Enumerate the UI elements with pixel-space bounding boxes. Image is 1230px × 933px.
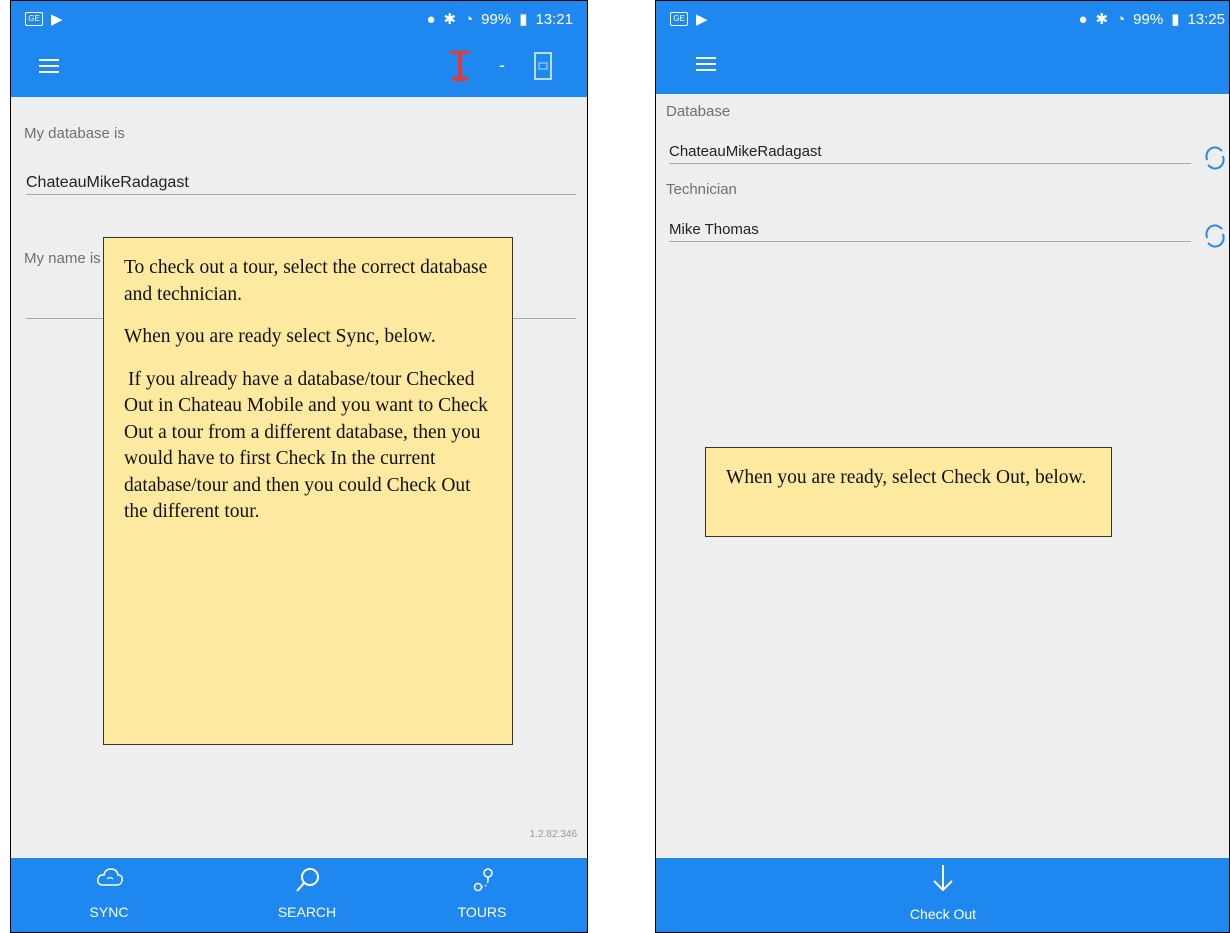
minimize-icon[interactable]: - [499,55,505,76]
cloud-sync-icon [97,868,123,886]
location-icon: ● [1078,10,1088,28]
search-icon [296,868,319,892]
window-icon[interactable] [533,51,553,81]
status-bar: GE ▶ ● ✱ ◔ 99% ▮ 13:25 [656,1,1229,37]
sim-icon: GE [25,12,43,26]
bottom-bar: Check Out [656,858,1229,932]
status-bar: GE ▶ ● ✱ ◔ 99% ▮ 13:21 [11,1,587,37]
location-icon: ● [426,10,436,28]
name-label: My name is [24,250,101,267]
sync-screen: GE ▶ ● ✱ ◔ 99% ▮ 13:21 - My database is … [10,0,588,933]
bluetooth-icon: ✱ [443,11,457,28]
sim-icon: GE [670,12,688,26]
play-store-icon: ▶ [51,11,63,28]
menu-icon[interactable] [39,59,59,75]
technician-input[interactable]: Mike Thomas [669,221,759,238]
search-button[interactable]: SEARCH [232,858,382,932]
battery-level: 99% [481,10,512,28]
battery-icon: ▮ [1171,11,1180,28]
database-label: My database is [24,125,125,142]
play-store-icon: ▶ [696,11,708,28]
bluetooth-icon: ✱ [1095,11,1109,28]
tours-button[interactable]: TOURS [407,858,557,932]
battery-icon: ▮ [519,11,528,28]
status-time: 13:21 [535,10,573,28]
wifi-icon: ◔ [1116,10,1126,28]
technician-label: Technician [666,181,737,198]
version-label: 1.2.82.346 [529,829,577,840]
status-time: 13:25 [1187,10,1225,28]
technician-underline [669,241,1191,242]
sync-label: SYNC [89,904,129,920]
menu-icon[interactable] [696,57,716,73]
map-pin-icon [473,868,493,892]
arrow-down-icon [933,865,953,892]
instruction-note: To check out a tour, select the correct … [103,237,513,745]
bottom-nav: SYNC SEARCH TOURS [11,858,587,932]
database-input[interactable]: ChateauMikeRadagast [26,174,189,192]
search-label: SEARCH [277,904,337,920]
check-out-button[interactable]: Check Out [868,858,1018,932]
check-out-label: Check Out [909,906,977,922]
app-toolbar [656,37,1229,94]
refresh-database-icon[interactable] [1202,143,1228,173]
tours-label: TOURS [457,904,507,920]
note-paragraph-1: To check out a tour, select the correct … [124,257,488,305]
note-paragraph-2: When you are ready select Sync, below. [124,326,436,347]
refresh-technician-icon[interactable] [1202,221,1228,251]
logo-icon[interactable] [448,49,472,83]
wifi-icon: ◔ [464,10,474,28]
checkout-screen: GE ▶ ● ✱ ◔ 99% ▮ 13:25 Database ChateauM… [655,0,1230,933]
instruction-note: When you are ready, select Check Out, be… [705,447,1112,537]
app-toolbar: - [11,37,587,97]
note-paragraph-3: If you already have a database/tour Chec… [124,368,488,523]
database-input[interactable]: ChateauMikeRadagast [669,143,822,160]
database-underline [26,194,576,195]
battery-level: 99% [1133,10,1164,28]
database-underline [669,163,1191,164]
sync-button[interactable]: SYNC [34,858,184,932]
database-label: Database [666,103,731,120]
